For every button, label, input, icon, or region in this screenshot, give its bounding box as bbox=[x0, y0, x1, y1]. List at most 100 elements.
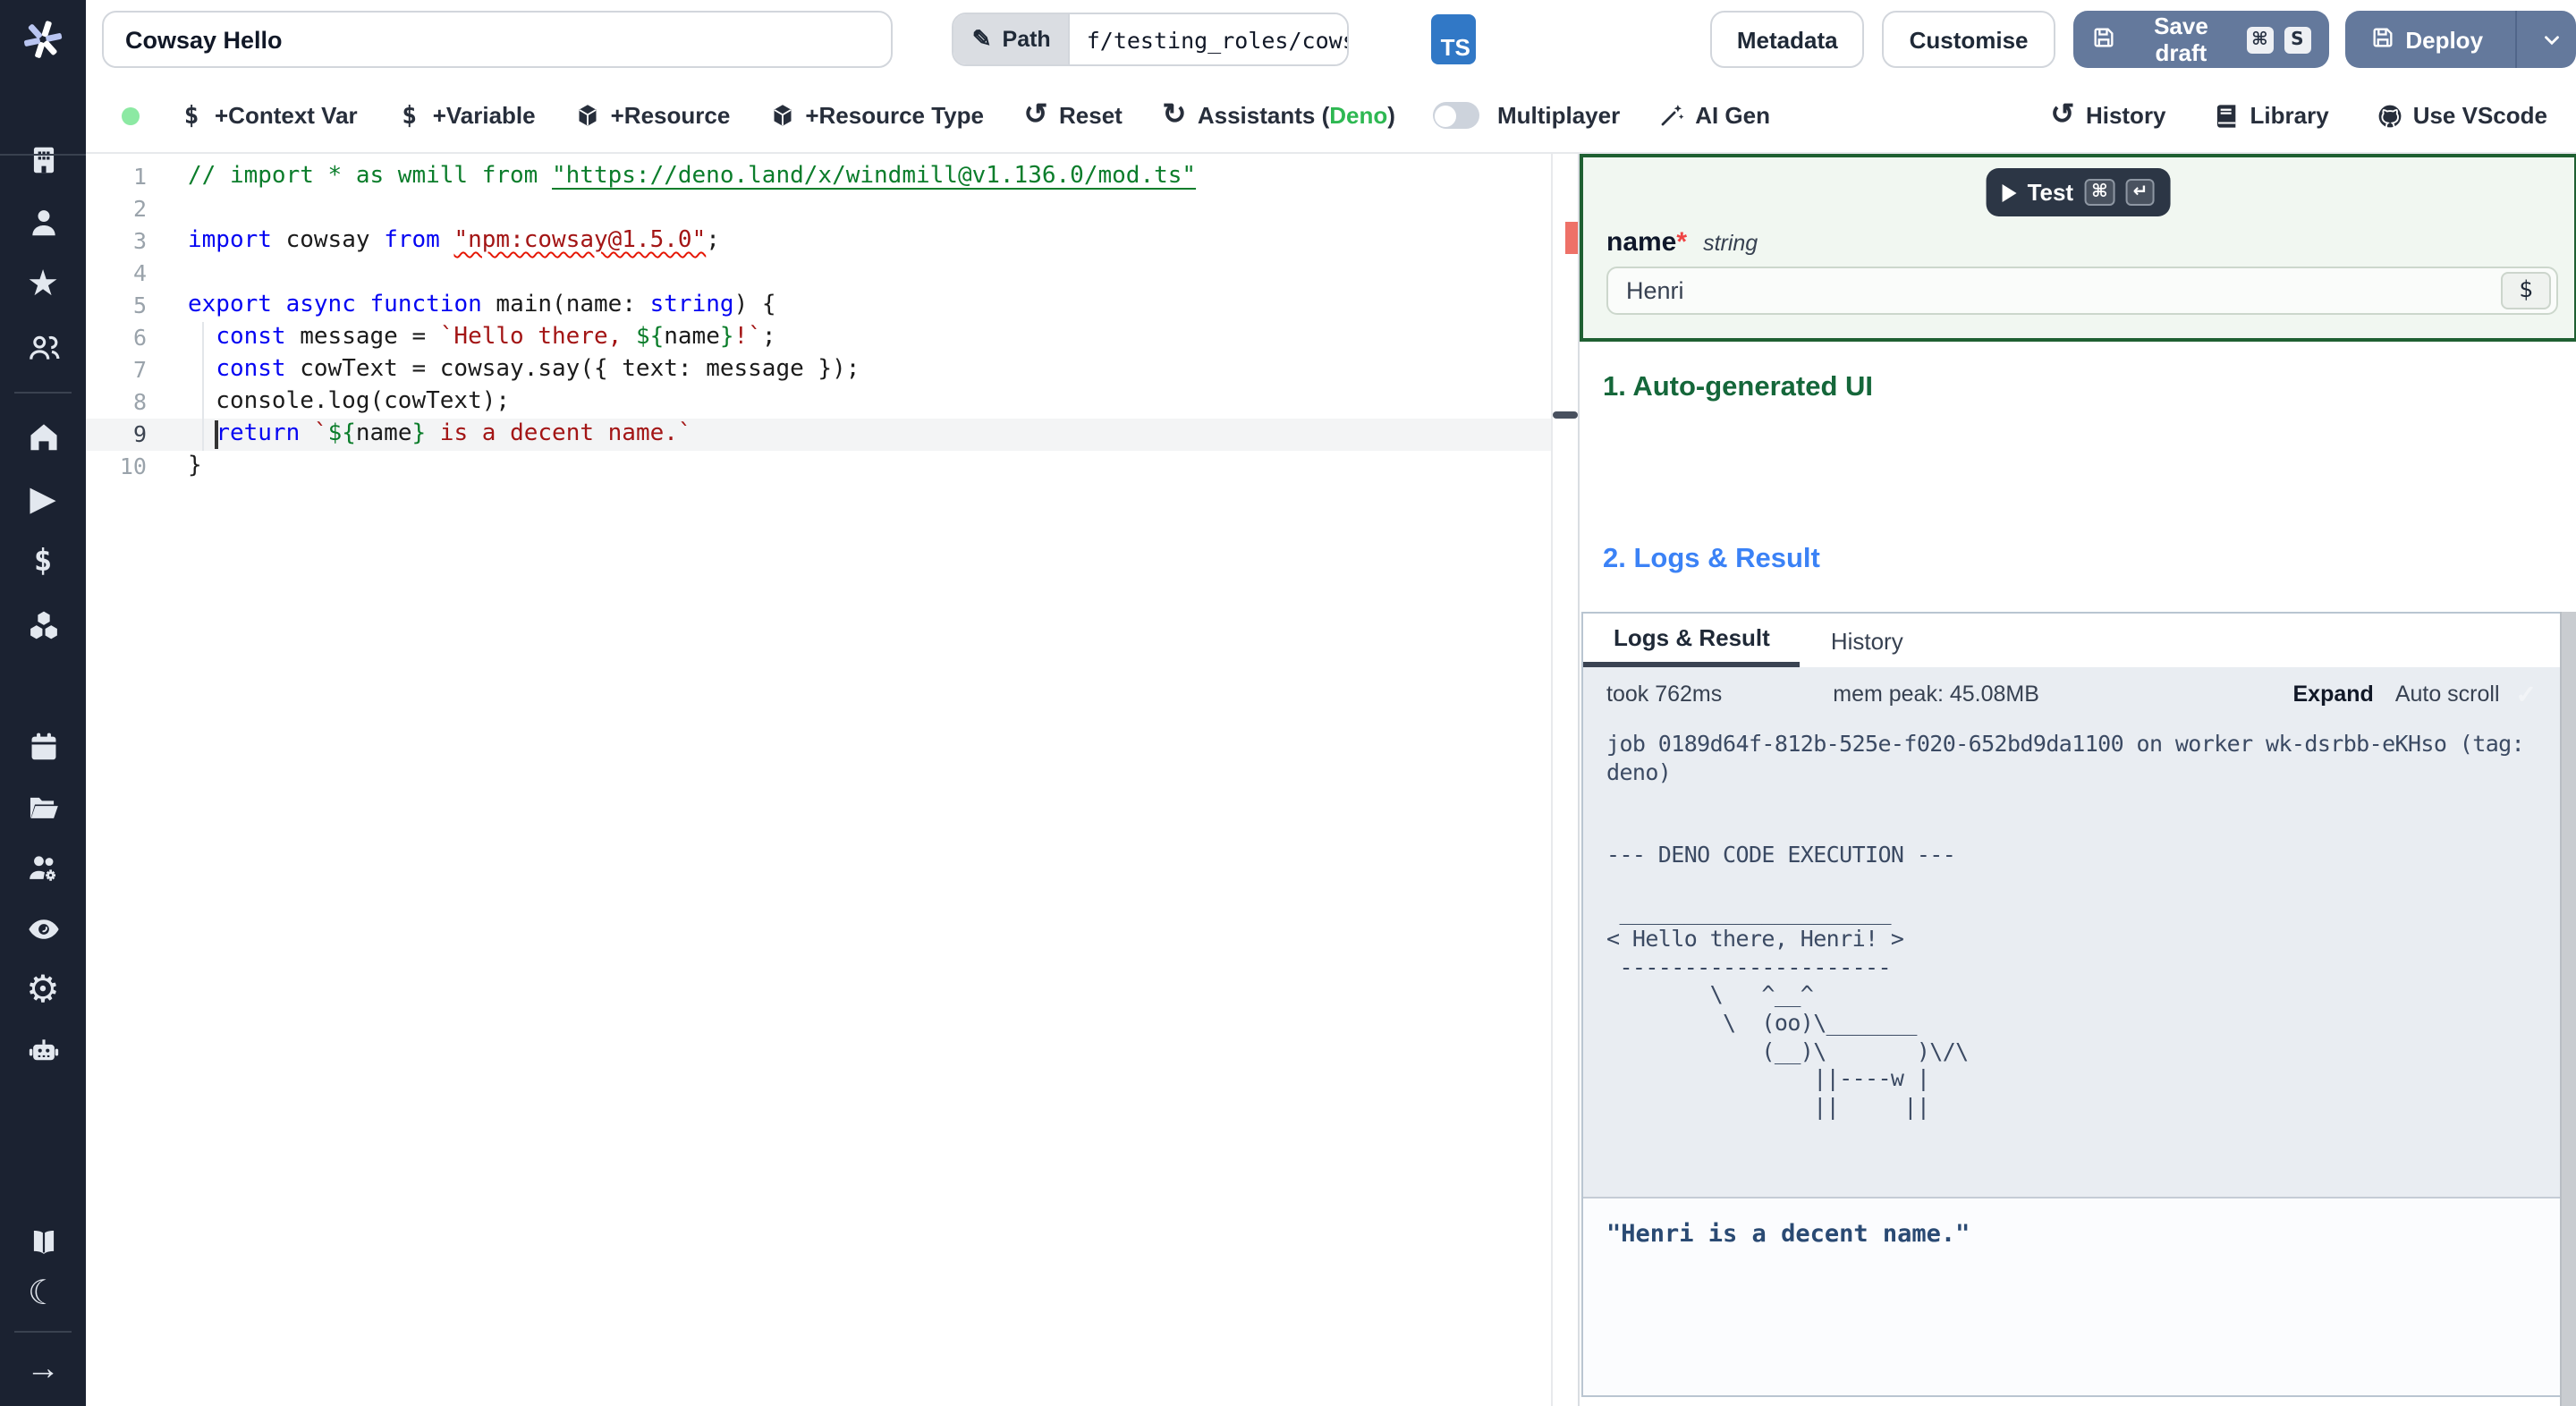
run-stats-row: took 762ms mem peak: 45.08MB Expand Auto… bbox=[1583, 667, 2560, 721]
code-line-8[interactable]: 8 console.log(cowText); bbox=[86, 386, 1551, 419]
book-icon bbox=[2213, 101, 2241, 130]
sidebar-item-moon[interactable]: ☾ bbox=[23, 1274, 63, 1313]
code-line-1[interactable]: 1 // import * as wmill from "https://deno… bbox=[86, 161, 1551, 193]
code-line-10[interactable]: 10} bbox=[86, 451, 1551, 483]
code-line-3[interactable]: 3 import cowsay from "npm:cowsay@1.5.0"; bbox=[86, 225, 1551, 258]
deploy-button[interactable]: Deploy bbox=[2344, 11, 2576, 68]
sidebar-item-star[interactable]: ★ bbox=[23, 265, 63, 304]
took-stat: took 762ms bbox=[1606, 682, 1723, 707]
save-draft-button[interactable]: Save draft ⌘ S bbox=[2072, 11, 2329, 68]
metadata-button[interactable]: Metadata bbox=[1709, 11, 1865, 68]
sidebar-divider bbox=[14, 392, 72, 394]
dollar-icon: $ bbox=[183, 101, 199, 130]
assistants-button[interactable]: ↻ Assistants (Deno) bbox=[1160, 100, 1395, 130]
sidebar-item-calendar[interactable] bbox=[23, 726, 63, 766]
log-output-area: job 0189d64f-812b-525e-f020-652bd9da1100… bbox=[1583, 721, 2560, 1197]
test-args-panel: Test ⌘ ↵ name* string $ bbox=[1580, 154, 2576, 342]
code-line-7[interactable]: 7 const cowText = cowsay.say({ text: mes… bbox=[86, 354, 1551, 386]
logs-result-box: Logs & Result History took 762ms mem pea… bbox=[1581, 612, 2562, 1397]
code-line-4[interactable]: 4 bbox=[86, 258, 1551, 290]
building-icon bbox=[26, 142, 60, 176]
windmill-script-editor: ★ ▶ $ ⚙ ☾ → ✎ Path f/testing_roles/cowsa TS M… bbox=[0, 0, 2576, 1406]
sidebar-item-boxes[interactable] bbox=[23, 605, 63, 644]
vscode-button[interactable]: Use VScode bbox=[2376, 101, 2547, 130]
resource-type-button[interactable]: +Resource Type bbox=[767, 102, 984, 129]
code-line-2[interactable]: 2 bbox=[86, 193, 1551, 225]
star-icon: ★ bbox=[27, 265, 59, 304]
moon-icon: ☾ bbox=[27, 1275, 59, 1312]
code-line-5[interactable]: 5 export async function main(name: string… bbox=[86, 290, 1551, 322]
code-line-text: const cowText = cowsay.say({ text: messa… bbox=[216, 356, 860, 383]
panel-scrollbar[interactable] bbox=[2560, 612, 2576, 1406]
play-icon: ▶ bbox=[30, 480, 56, 518]
sidebar-item-book-open[interactable] bbox=[23, 1222, 63, 1261]
enter-key-badge: ↵ bbox=[2125, 179, 2156, 206]
status-dot bbox=[122, 106, 140, 124]
code-line-9[interactable]: 9 return `${name} is a decent name.` bbox=[86, 419, 1551, 451]
script-title-input[interactable] bbox=[102, 11, 894, 68]
windmill-logo[interactable] bbox=[0, 0, 86, 79]
line-number: 5 bbox=[132, 292, 147, 318]
sidebar-item-play[interactable]: ▶ bbox=[23, 479, 63, 519]
minimap-divider bbox=[1551, 154, 1553, 1406]
section-auto-generated-ui: 1. Auto-generated UI bbox=[1603, 372, 1873, 402]
sidebar-item-dollar-sign[interactable]: $ bbox=[23, 542, 63, 581]
context-var-button[interactable]: $ +Context Var bbox=[177, 102, 358, 129]
sidebar-item-home[interactable] bbox=[23, 417, 63, 456]
topbar: ✎ Path f/testing_roles/cowsa TS Metadata… bbox=[86, 0, 2576, 79]
save-draft-label: Save draft bbox=[2154, 13, 2208, 66]
variable-button[interactable]: $ +Variable bbox=[395, 102, 535, 129]
name-field: $ bbox=[1606, 267, 2558, 315]
code-line-text: } bbox=[188, 453, 202, 479]
resource-button[interactable]: +Resource bbox=[573, 102, 730, 129]
ai-gen-button[interactable]: AI Gen bbox=[1657, 102, 1770, 129]
deploy-dropdown-button[interactable] bbox=[2528, 11, 2576, 68]
deploy-separator bbox=[2515, 11, 2518, 68]
name-field-input[interactable] bbox=[1608, 277, 2501, 304]
path-value[interactable]: f/testing_roles/cowsa bbox=[1068, 14, 1348, 64]
sidebar-divider bbox=[14, 1331, 72, 1333]
sidebar-item-user[interactable] bbox=[23, 202, 63, 241]
sidebar: ★ ▶ $ ⚙ ☾ → bbox=[0, 0, 86, 1406]
cmd-key-badge: ⌘ bbox=[2246, 26, 2274, 53]
s-key-badge: S bbox=[2284, 26, 2311, 53]
edit-path-button[interactable]: ✎ Path bbox=[953, 14, 1069, 64]
field-name-label: name bbox=[1606, 227, 1677, 258]
section-logs-result: 2. Logs & Result bbox=[1603, 544, 1820, 574]
auto-scroll-toggle[interactable]: Auto scroll bbox=[2395, 682, 2500, 707]
test-button[interactable]: Test ⌘ ↵ bbox=[1986, 168, 2172, 216]
deploy-label: Deploy bbox=[2405, 26, 2484, 53]
customise-button[interactable]: Customise bbox=[1882, 11, 2055, 68]
multiplayer-toggle-group: Multiplayer bbox=[1432, 102, 1620, 129]
user-icon bbox=[26, 205, 60, 239]
deploy-main[interactable]: Deploy bbox=[2344, 11, 2504, 68]
sidebar-item-folder[interactable] bbox=[23, 787, 63, 826]
line-number: 6 bbox=[132, 324, 147, 351]
sidebar-item-robot[interactable] bbox=[23, 1030, 63, 1070]
library-button[interactable]: Library bbox=[2213, 101, 2329, 130]
panel-splitter-handle[interactable] bbox=[1553, 411, 1578, 419]
sidebar-item-users-gear[interactable] bbox=[23, 848, 63, 887]
indent-guide bbox=[202, 322, 204, 451]
sidebar-item-users[interactable] bbox=[23, 327, 63, 367]
reset-button[interactable]: ↺ Reset bbox=[1021, 100, 1123, 130]
save-icon bbox=[2369, 24, 2394, 55]
code-editor[interactable]: 1 // import * as wmill from "https://deno… bbox=[86, 154, 1578, 1406]
code-line-text: const message = `Hello there, ${name}!`; bbox=[216, 324, 776, 351]
code-line-6[interactable]: 6 const message = `Hello there, ${name}!… bbox=[86, 322, 1551, 354]
sidebar-item-settings[interactable]: ⚙ bbox=[23, 970, 63, 1009]
sidebar-item-arrow-right[interactable]: → bbox=[23, 1349, 63, 1388]
line-number: 3 bbox=[132, 227, 147, 254]
home-icon bbox=[26, 419, 60, 453]
expand-button[interactable]: Expand bbox=[2293, 682, 2374, 707]
play-icon bbox=[2002, 183, 2017, 201]
error-overview-marker bbox=[1565, 222, 1578, 254]
sidebar-item-building[interactable] bbox=[23, 140, 63, 179]
history-button[interactable]: ↺ History bbox=[2048, 100, 2166, 130]
robot-icon bbox=[26, 1033, 60, 1067]
multiplayer-toggle[interactable] bbox=[1432, 102, 1479, 129]
tab-logs-result[interactable]: Logs & Result bbox=[1583, 614, 1801, 667]
sidebar-item-eye[interactable] bbox=[23, 909, 63, 948]
tab-history[interactable]: History bbox=[1801, 614, 1934, 667]
variable-picker-button[interactable]: $ bbox=[2501, 272, 2551, 309]
